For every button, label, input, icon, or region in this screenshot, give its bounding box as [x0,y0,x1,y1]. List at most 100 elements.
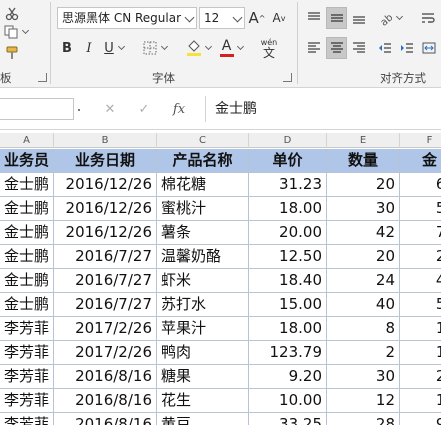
bold-button[interactable]: B [58,38,76,58]
cell-b[interactable]: 2016/12/26 [54,197,157,221]
cell-e[interactable]: 8 [327,317,400,341]
cell-a[interactable]: 李芳菲 [0,413,54,425]
cell-c[interactable]: 薯条 [157,221,249,245]
cell-a[interactable]: 金士鹏 [0,197,54,221]
cell-f[interactable]: 10 [400,389,441,413]
cell-e[interactable]: 12 [327,389,400,413]
cell-e[interactable]: 20 [327,245,400,269]
decrease-indent-button[interactable] [375,38,395,58]
column-header-f[interactable]: F [400,133,441,148]
font-size-select[interactable]: 12 [199,7,245,29]
cell-a[interactable]: 金士鹏 [0,221,54,245]
align-left-button[interactable] [304,38,324,58]
column-header-a[interactable]: A [0,133,54,148]
italic-button[interactable]: I [80,38,98,58]
cell-b[interactable]: 2016/8/16 [54,389,157,413]
cell-f[interactable]: 18 [400,341,441,365]
header-cell[interactable]: 金 [400,149,441,173]
insert-function-button[interactable]: fx [170,100,188,118]
wrap-text-button[interactable] [418,8,438,28]
cell-f[interactable]: 62 [400,173,441,197]
increase-font-size-button[interactable]: A ^ [248,8,266,28]
cell-f[interactable]: 93 [400,413,441,425]
cell-c[interactable]: 鸭肉 [157,341,249,365]
font-name-select[interactable]: 思源黑体 CN Regular [57,7,197,29]
cell-f[interactable]: 75 [400,221,441,245]
cell-e[interactable]: 24 [327,269,400,293]
name-box-dropdown-icon[interactable] [75,104,83,116]
cell-b[interactable]: 2017/2/26 [54,341,157,365]
cancel-icon[interactable]: ✕ [102,100,118,118]
cell-d[interactable]: 18.00 [249,197,327,221]
cell-d[interactable]: 20.00 [249,221,327,245]
borders-button[interactable] [140,38,170,58]
cell-e[interactable]: 20 [327,173,400,197]
cell-c[interactable]: 糖果 [157,365,249,389]
cell-c[interactable]: 棉花糖 [157,173,249,197]
cell-b[interactable]: 2016/7/27 [54,269,157,293]
cell-a[interactable]: 李芳菲 [0,341,54,365]
cell-c[interactable]: 花生 [157,389,249,413]
header-cell[interactable]: 业务员 [0,149,54,173]
cell-f[interactable]: 23 [400,245,441,269]
cell-c[interactable]: 蜜桃汁 [157,197,249,221]
cell-b[interactable]: 2016/7/27 [54,245,157,269]
column-header-e[interactable]: E [327,133,400,148]
cell-e[interactable]: 30 [327,197,400,221]
name-box[interactable] [0,98,74,120]
phonetic-guide-button[interactable]: wén 文 [254,36,284,60]
cell-b[interactable]: 2017/2/26 [54,317,157,341]
cell-d[interactable]: 33.25 [249,413,327,425]
align-right-button[interactable] [349,38,369,58]
cell-f[interactable]: 54 [400,197,441,221]
cell-c[interactable]: 苹果汁 [157,317,249,341]
fill-color-button[interactable] [183,36,213,60]
clipboard-launcher-icon[interactable] [38,73,47,82]
header-cell[interactable]: 业务日期 [54,149,157,173]
top-align-button[interactable] [304,8,324,28]
cell-b[interactable]: 2016/8/16 [54,413,157,425]
cell-e[interactable]: 40 [327,293,400,317]
orientation-button[interactable]: ab [375,8,405,28]
cell-b[interactable]: 2016/8/16 [54,365,157,389]
cell-d[interactable]: 10.00 [249,389,327,413]
cell-f[interactable]: 14 [400,317,441,341]
cut-icon[interactable] [4,6,20,22]
formula-input[interactable]: 金士鹏 [205,96,441,122]
underline-button[interactable]: U [100,38,128,58]
decrease-font-size-button[interactable]: Av [270,8,288,28]
enter-icon[interactable]: ✓ [136,100,152,118]
cell-d[interactable]: 31.23 [249,173,327,197]
cell-c[interactable]: 黄豆 [157,413,249,425]
column-header-c[interactable]: C [157,133,249,148]
cell-c[interactable]: 虾米 [157,269,249,293]
align-center-button[interactable] [326,37,347,59]
cell-a[interactable]: 李芳菲 [0,317,54,341]
cell-e[interactable]: 30 [327,365,400,389]
cell-d[interactable]: 9.20 [249,365,327,389]
column-header-b[interactable]: B [54,133,157,148]
cell-e[interactable]: 42 [327,221,400,245]
cell-a[interactable]: 金士鹏 [0,269,54,293]
cell-d[interactable]: 18.00 [249,317,327,341]
header-cell[interactable]: 数量 [327,149,400,173]
bottom-align-button[interactable] [349,8,369,28]
cell-b[interactable]: 2016/12/26 [54,221,157,245]
cell-f[interactable]: 55 [400,293,441,317]
cell-d[interactable]: 15.00 [249,293,327,317]
cell-a[interactable]: 金士鹏 [0,245,54,269]
copy-icon[interactable] [2,24,30,40]
cell-c[interactable]: 温馨奶酪 [157,245,249,269]
merge-center-button[interactable] [419,38,439,58]
middle-align-button[interactable] [326,7,347,29]
header-cell[interactable]: 产品名称 [157,149,249,173]
cell-f[interactable]: 41 [400,269,441,293]
cell-d[interactable]: 18.40 [249,269,327,293]
increase-indent-button[interactable] [397,38,417,58]
cell-d[interactable]: 123.79 [249,341,327,365]
cell-c[interactable]: 苏打水 [157,293,249,317]
header-cell[interactable]: 单价 [249,149,327,173]
cell-a[interactable]: 金士鹏 [0,173,54,197]
cell-d[interactable]: 12.50 [249,245,327,269]
font-color-button[interactable]: A [216,36,246,60]
